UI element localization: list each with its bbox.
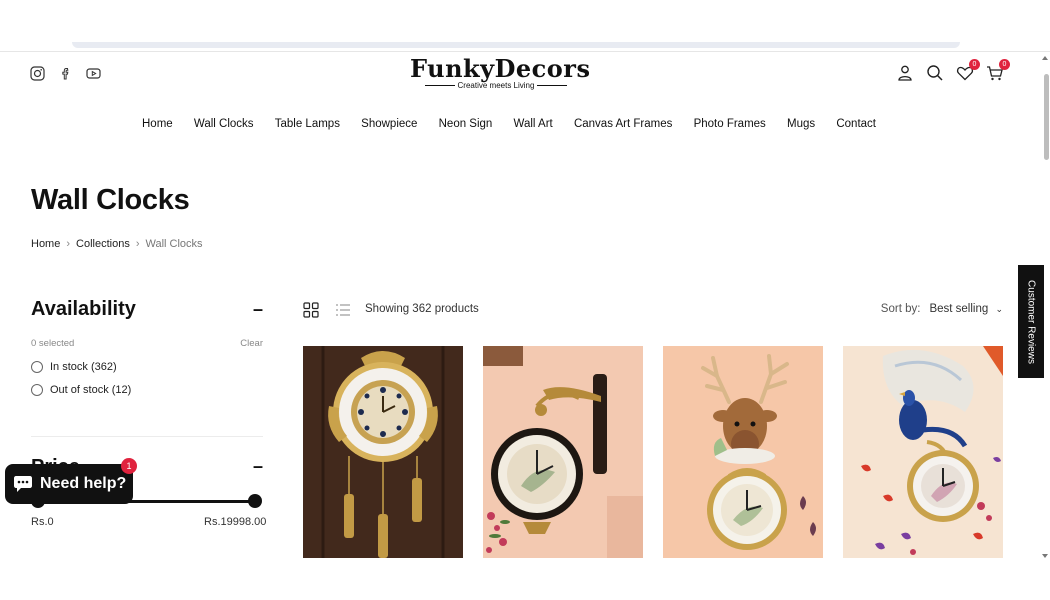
clear-filter-link[interactable]: Clear — [240, 338, 263, 349]
list-view-icon[interactable] — [335, 303, 351, 317]
filter-option-label: Out of stock (12) — [50, 384, 132, 396]
brand-logo[interactable]: FunkyDecors Creative meets Living — [410, 54, 591, 92]
filter-option-in-stock[interactable]: In stock (362) — [31, 361, 263, 373]
breadcrumb-separator: › — [66, 238, 71, 250]
breadcrumb-current: Wall Clocks — [145, 238, 203, 250]
sort-value: Best selling — [929, 303, 989, 315]
product-image — [303, 346, 463, 558]
need-help-label: Need help? — [40, 475, 127, 492]
wishlist-count-badge: 0 — [969, 59, 980, 70]
nav-item-contact[interactable]: Contact — [836, 118, 876, 130]
chevron-down-icon: ⌄ — [995, 304, 1003, 314]
browser-chrome — [0, 0, 1050, 52]
collapse-icon[interactable]: – — [253, 299, 263, 320]
nav-item-showpiece[interactable]: Showpiece — [361, 118, 417, 130]
product-card[interactable] — [483, 346, 643, 558]
breadcrumb-home[interactable]: Home — [31, 238, 60, 250]
breadcrumb-separator: › — [135, 238, 140, 250]
social-links — [30, 66, 101, 81]
product-card[interactable] — [663, 346, 823, 558]
nav-item-wall-art[interactable]: Wall Art — [514, 118, 553, 130]
header-actions: 0 0 — [896, 59, 1010, 82]
instagram-icon[interactable] — [30, 66, 45, 81]
cart-count-badge: 0 — [999, 59, 1010, 70]
availability-filter: Availability – 0 selected Clear In stock… — [31, 298, 263, 396]
product-grid — [303, 346, 1003, 558]
product-card[interactable] — [303, 346, 463, 558]
availability-header[interactable]: Availability – — [31, 298, 263, 321]
facebook-icon[interactable] — [58, 66, 73, 81]
product-image — [663, 346, 823, 558]
nav-item-table-lamps[interactable]: Table Lamps — [275, 118, 340, 130]
product-count: Showing 362 products — [365, 303, 479, 315]
nav-item-photo-frames[interactable]: Photo Frames — [694, 118, 766, 130]
filter-option-out-of-stock[interactable]: Out of stock (12) — [31, 384, 263, 396]
availability-selection: 0 selected Clear — [31, 338, 263, 349]
youtube-icon[interactable] — [86, 66, 101, 81]
product-card[interactable] — [843, 346, 1003, 558]
nav-item-wall-clocks[interactable]: Wall Clocks — [194, 118, 254, 130]
filter-option-label: In stock (362) — [50, 361, 117, 373]
main-nav: Home Wall Clocks Table Lamps Showpiece N… — [0, 118, 1018, 130]
product-toolbar: Showing 362 products Sort by: Best sellin… — [303, 300, 1003, 320]
scroll-up-icon[interactable] — [1042, 56, 1048, 60]
sort-label: Sort by: — [880, 303, 921, 315]
nav-item-neon-sign[interactable]: Neon Sign — [439, 118, 493, 130]
cart-icon[interactable]: 0 — [986, 59, 1010, 82]
price-slider-max-handle[interactable] — [248, 494, 262, 508]
breadcrumb: Home › Collections › Wall Clocks — [31, 238, 203, 250]
price-min-value: Rs.0 — [31, 516, 54, 528]
sort-dropdown[interactable]: Sort by: Best selling ⌄ — [881, 303, 1003, 315]
wishlist-icon[interactable]: 0 — [956, 59, 980, 82]
customer-reviews-label: Customer Reviews — [1025, 279, 1037, 364]
scroll-thumb[interactable] — [1044, 74, 1049, 160]
tagline-text: Creative meets Living — [457, 81, 535, 90]
browser-strip — [72, 42, 960, 48]
breadcrumb-collections[interactable]: Collections — [76, 238, 130, 250]
price-max-value: Rs.19998.00 — [204, 516, 267, 528]
nav-item-canvas-art-frames[interactable]: Canvas Art Frames — [574, 118, 672, 130]
collapse-icon[interactable]: – — [253, 456, 263, 479]
nav-item-mugs[interactable]: Mugs — [787, 118, 815, 130]
radio-icon[interactable] — [31, 384, 43, 396]
grid-view-icon[interactable] — [303, 302, 319, 318]
page: FunkyDecors Creative meets Living 0 0 Ho… — [0, 0, 1050, 600]
nav-item-home[interactable]: Home — [142, 118, 173, 130]
filter-divider — [31, 436, 263, 437]
scroll-down-icon[interactable] — [1042, 554, 1048, 558]
availability-title: Availability — [31, 298, 136, 320]
brand-name: FunkyDecors — [410, 54, 591, 83]
page-bottom — [0, 560, 1050, 600]
customer-reviews-tab[interactable]: Customer Reviews — [1018, 265, 1044, 378]
selected-count: 0 selected — [31, 338, 75, 349]
chat-icon — [14, 476, 32, 492]
search-icon[interactable] — [926, 64, 944, 82]
radio-icon[interactable] — [31, 361, 43, 373]
need-help-button[interactable]: Need help? 1 — [5, 458, 137, 504]
product-image — [843, 346, 1003, 558]
help-notification-badge: 1 — [121, 458, 137, 474]
page-title: Wall Clocks — [31, 184, 190, 216]
product-image — [483, 346, 643, 558]
account-icon[interactable] — [896, 64, 914, 82]
